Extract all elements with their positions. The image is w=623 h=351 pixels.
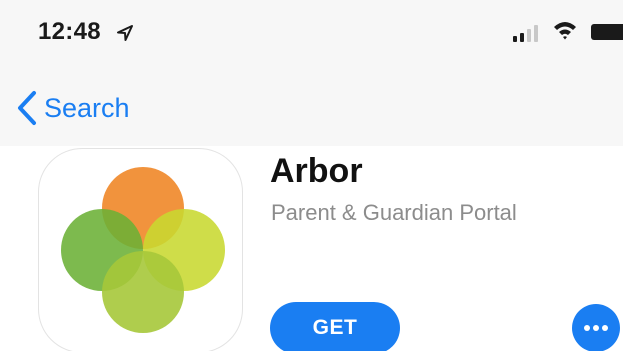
- chevron-left-icon: [18, 91, 36, 125]
- app-subtitle: Parent & Guardian Portal: [271, 200, 517, 225]
- wifi-icon: [554, 22, 576, 40]
- cellular-signal-icon: [513, 25, 538, 42]
- back-button[interactable]: Search: [16, 88, 130, 128]
- back-label: Search: [44, 92, 130, 123]
- status-time: 12:48: [38, 18, 101, 45]
- battery-icon: [591, 24, 623, 40]
- app-name: Arbor: [270, 152, 363, 190]
- location-arrow-icon: [117, 25, 133, 41]
- more-options-button[interactable]: [572, 304, 620, 351]
- get-button[interactable]: GET: [270, 302, 400, 351]
- arbor-app-icon: [38, 148, 243, 351]
- app-store-screen: 12:48 Search Arbor Parent & Guardian Por…: [0, 0, 623, 351]
- ellipsis-icon: [584, 325, 608, 331]
- arbor-logo-icon: [61, 167, 225, 333]
